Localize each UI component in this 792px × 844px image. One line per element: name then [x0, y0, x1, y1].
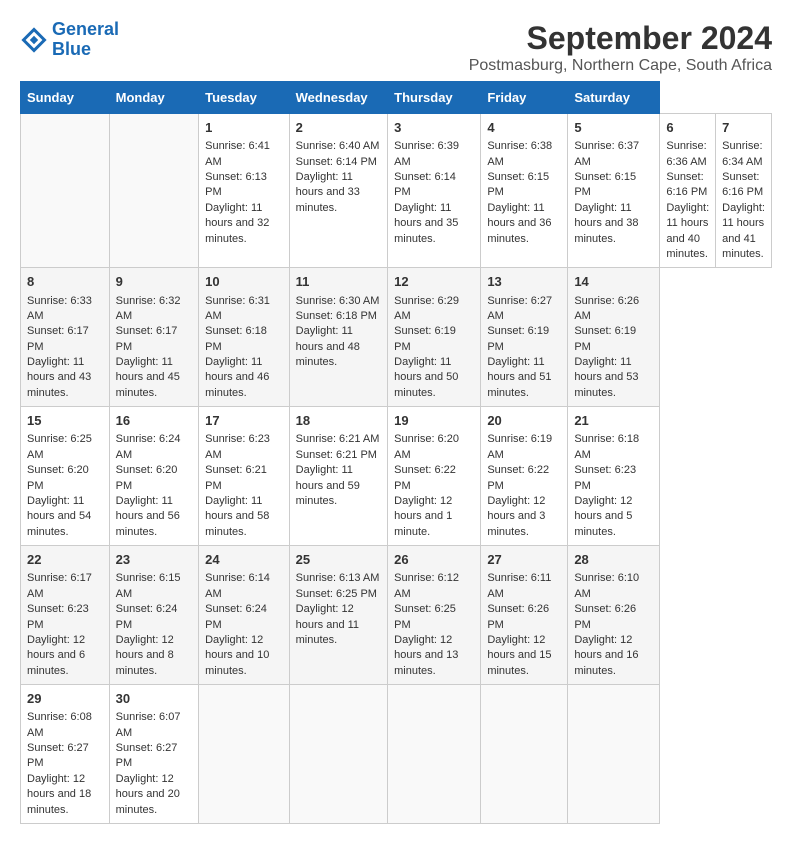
- month-title: September 2024: [469, 20, 772, 57]
- weekday-header-tuesday: Tuesday: [199, 82, 290, 114]
- calendar-cell-day-13: 13Sunrise: 6:27 AMSunset: 6:19 PMDayligh…: [481, 268, 568, 407]
- calendar-cell-day-30: 30Sunrise: 6:07 AMSunset: 6:27 PMDayligh…: [109, 685, 198, 824]
- calendar-cell-day-26: 26Sunrise: 6:12 AMSunset: 6:25 PMDayligh…: [388, 546, 481, 685]
- day-number: 10: [205, 273, 283, 291]
- day-number: 20: [487, 412, 561, 430]
- calendar-cell-day-9: 9Sunrise: 6:32 AMSunset: 6:17 PMDaylight…: [109, 268, 198, 407]
- day-number: 15: [27, 412, 103, 430]
- header: General Blue September 2024 Postmasburg,…: [20, 20, 772, 75]
- day-number: 1: [205, 119, 283, 137]
- empty-cell: [481, 685, 568, 824]
- weekday-header-monday: Monday: [109, 82, 198, 114]
- day-number: 26: [394, 551, 474, 569]
- calendar-cell-day-19: 19Sunrise: 6:20 AMSunset: 6:22 PMDayligh…: [388, 407, 481, 546]
- calendar-cell-day-23: 23Sunrise: 6:15 AMSunset: 6:24 PMDayligh…: [109, 546, 198, 685]
- day-number: 22: [27, 551, 103, 569]
- logo-blue: Blue: [52, 39, 91, 59]
- day-number: 29: [27, 690, 103, 708]
- calendar-table: SundayMondayTuesdayWednesdayThursdayFrid…: [20, 81, 772, 824]
- weekday-header-saturday: Saturday: [568, 82, 660, 114]
- calendar-cell-day-10: 10Sunrise: 6:31 AMSunset: 6:18 PMDayligh…: [199, 268, 290, 407]
- day-number: 13: [487, 273, 561, 291]
- empty-cell: [199, 685, 290, 824]
- empty-cell: [21, 114, 110, 268]
- day-number: 6: [666, 119, 709, 137]
- day-number: 4: [487, 119, 561, 137]
- day-number: 25: [296, 551, 382, 569]
- calendar-cell-day-4: 4Sunrise: 6:38 AMSunset: 6:15 PMDaylight…: [481, 114, 568, 268]
- calendar-cell-day-28: 28Sunrise: 6:10 AMSunset: 6:26 PMDayligh…: [568, 546, 660, 685]
- calendar-week-1: 1Sunrise: 6:41 AMSunset: 6:13 PMDaylight…: [21, 114, 772, 268]
- day-number: 3: [394, 119, 474, 137]
- calendar-week-2: 8Sunrise: 6:33 AMSunset: 6:17 PMDaylight…: [21, 268, 772, 407]
- day-number: 23: [116, 551, 192, 569]
- day-number: 19: [394, 412, 474, 430]
- weekday-header-row: SundayMondayTuesdayWednesdayThursdayFrid…: [21, 82, 772, 114]
- day-number: 9: [116, 273, 192, 291]
- day-number: 12: [394, 273, 474, 291]
- day-number: 30: [116, 690, 192, 708]
- logo-text: General Blue: [52, 20, 119, 60]
- logo-general: General: [52, 19, 119, 39]
- calendar-cell-day-27: 27Sunrise: 6:11 AMSunset: 6:26 PMDayligh…: [481, 546, 568, 685]
- calendar-cell-day-6: 6Sunrise: 6:36 AMSunset: 6:16 PMDaylight…: [660, 114, 716, 268]
- calendar-cell-day-8: 8Sunrise: 6:33 AMSunset: 6:17 PMDaylight…: [21, 268, 110, 407]
- day-number: 5: [574, 119, 653, 137]
- calendar-cell-day-18: 18Sunrise: 6:21 AMSunset: 6:21 PMDayligh…: [289, 407, 388, 546]
- day-number: 14: [574, 273, 653, 291]
- calendar-cell-day-3: 3Sunrise: 6:39 AMSunset: 6:14 PMDaylight…: [388, 114, 481, 268]
- calendar-cell-day-20: 20Sunrise: 6:19 AMSunset: 6:22 PMDayligh…: [481, 407, 568, 546]
- calendar-cell-day-22: 22Sunrise: 6:17 AMSunset: 6:23 PMDayligh…: [21, 546, 110, 685]
- day-number: 24: [205, 551, 283, 569]
- empty-cell: [109, 114, 198, 268]
- calendar-cell-day-11: 11Sunrise: 6:30 AMSunset: 6:18 PMDayligh…: [289, 268, 388, 407]
- day-number: 7: [722, 119, 765, 137]
- empty-cell: [568, 685, 660, 824]
- weekday-header-wednesday: Wednesday: [289, 82, 388, 114]
- calendar-cell-day-24: 24Sunrise: 6:14 AMSunset: 6:24 PMDayligh…: [199, 546, 290, 685]
- calendar-cell-day-21: 21Sunrise: 6:18 AMSunset: 6:23 PMDayligh…: [568, 407, 660, 546]
- empty-cell: [388, 685, 481, 824]
- day-number: 27: [487, 551, 561, 569]
- day-number: 18: [296, 412, 382, 430]
- day-number: 21: [574, 412, 653, 430]
- title-area: September 2024 Postmasburg, Northern Cap…: [469, 20, 772, 75]
- calendar-cell-day-16: 16Sunrise: 6:24 AMSunset: 6:20 PMDayligh…: [109, 407, 198, 546]
- calendar-body: 1Sunrise: 6:41 AMSunset: 6:13 PMDaylight…: [21, 114, 772, 824]
- calendar-cell-day-5: 5Sunrise: 6:37 AMSunset: 6:15 PMDaylight…: [568, 114, 660, 268]
- logo-icon: [20, 26, 48, 54]
- calendar-cell-day-1: 1Sunrise: 6:41 AMSunset: 6:13 PMDaylight…: [199, 114, 290, 268]
- day-number: 11: [296, 273, 382, 291]
- day-number: 16: [116, 412, 192, 430]
- calendar-week-3: 15Sunrise: 6:25 AMSunset: 6:20 PMDayligh…: [21, 407, 772, 546]
- day-number: 28: [574, 551, 653, 569]
- location-title: Postmasburg, Northern Cape, South Africa: [469, 57, 772, 75]
- calendar-cell-day-25: 25Sunrise: 6:13 AMSunset: 6:25 PMDayligh…: [289, 546, 388, 685]
- day-number: 8: [27, 273, 103, 291]
- calendar-cell-day-14: 14Sunrise: 6:26 AMSunset: 6:19 PMDayligh…: [568, 268, 660, 407]
- calendar-week-4: 22Sunrise: 6:17 AMSunset: 6:23 PMDayligh…: [21, 546, 772, 685]
- calendar-cell-day-12: 12Sunrise: 6:29 AMSunset: 6:19 PMDayligh…: [388, 268, 481, 407]
- weekday-header-sunday: Sunday: [21, 82, 110, 114]
- day-number: 17: [205, 412, 283, 430]
- calendar-cell-day-7: 7Sunrise: 6:34 AMSunset: 6:16 PMDaylight…: [716, 114, 772, 268]
- day-number: 2: [296, 119, 382, 137]
- weekday-header-friday: Friday: [481, 82, 568, 114]
- weekday-header-thursday: Thursday: [388, 82, 481, 114]
- calendar-cell-day-15: 15Sunrise: 6:25 AMSunset: 6:20 PMDayligh…: [21, 407, 110, 546]
- calendar-week-5: 29Sunrise: 6:08 AMSunset: 6:27 PMDayligh…: [21, 685, 772, 824]
- calendar-cell-day-17: 17Sunrise: 6:23 AMSunset: 6:21 PMDayligh…: [199, 407, 290, 546]
- empty-cell: [289, 685, 388, 824]
- calendar-cell-day-2: 2Sunrise: 6:40 AMSunset: 6:14 PMDaylight…: [289, 114, 388, 268]
- calendar-cell-day-29: 29Sunrise: 6:08 AMSunset: 6:27 PMDayligh…: [21, 685, 110, 824]
- logo: General Blue: [20, 20, 119, 60]
